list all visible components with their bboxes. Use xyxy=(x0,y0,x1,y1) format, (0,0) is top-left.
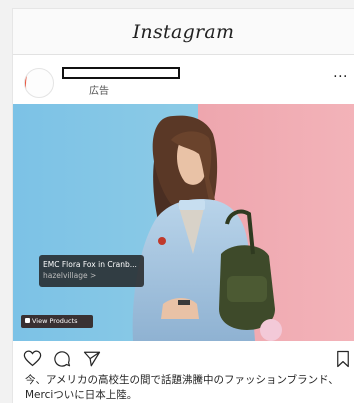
post-actions xyxy=(13,343,354,373)
username-redacted[interactable] xyxy=(62,67,180,79)
comment-icon[interactable] xyxy=(53,350,71,368)
post-caption: 今、アメリカの高校生の間で話題沸騰中のファッションブランド、Merciついに日本… xyxy=(25,374,339,401)
bookmark-icon[interactable] xyxy=(336,350,350,368)
product-tag-store: hazelvillage > xyxy=(43,271,97,280)
avatar-story-ring xyxy=(25,73,34,97)
instagram-feed: Instagram 広告 ··· EMC Flora Fox in Cranb.… xyxy=(12,8,354,403)
more-options-icon[interactable]: ··· xyxy=(333,69,348,85)
sponsored-label: 広告 xyxy=(89,86,109,97)
view-products-button[interactable]: View Products xyxy=(21,315,93,328)
top-bar: Instagram xyxy=(13,9,354,55)
shopping-bag-icon xyxy=(25,318,30,323)
heart-icon[interactable] xyxy=(23,350,42,367)
send-icon[interactable] xyxy=(83,350,101,368)
avatar[interactable] xyxy=(24,68,54,98)
view-products-label: View Products xyxy=(32,317,78,325)
product-tag-name: EMC Flora Fox in Cranb... xyxy=(43,260,137,269)
product-tag[interactable]: EMC Flora Fox in Cranb... hazelvillage > xyxy=(39,255,144,287)
photo-illustration xyxy=(13,104,354,341)
instagram-logo[interactable]: Instagram xyxy=(13,21,354,43)
post-image[interactable]: EMC Flora Fox in Cranb... hazelvillage >… xyxy=(13,104,354,341)
post-header: 広告 ··· xyxy=(13,59,354,103)
